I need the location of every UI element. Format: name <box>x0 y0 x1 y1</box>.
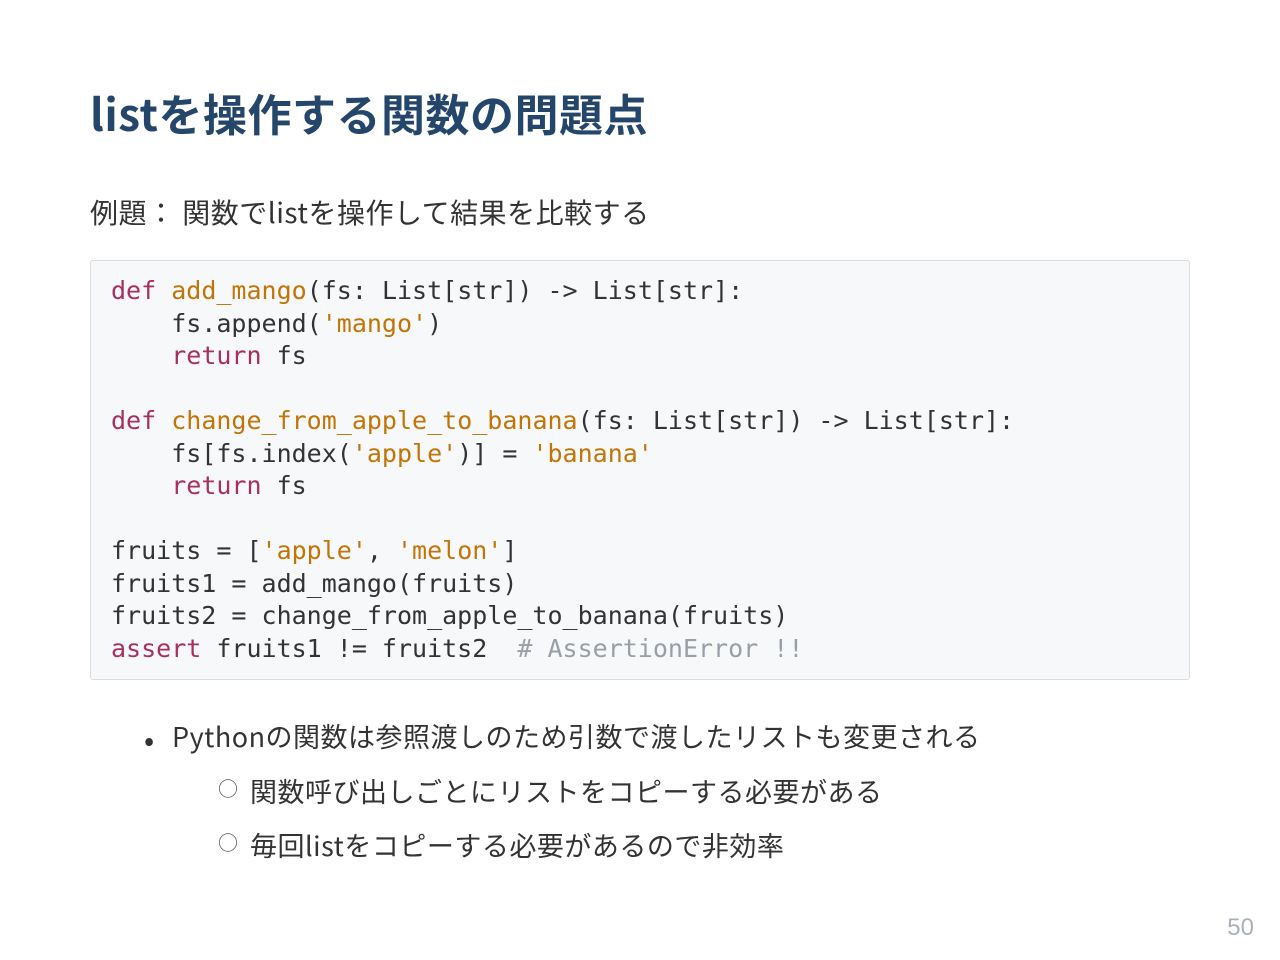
code-string: 'mango' <box>322 309 427 338</box>
code-text: )] = <box>457 439 532 468</box>
bullet-item: Pythonの関数は参照渡しのため引数で渡したリストも変更される 関数呼び出しご… <box>140 716 1190 866</box>
bullet-list: Pythonの関数は参照渡しのため引数で渡したリストも変更される 関数呼び出しご… <box>90 716 1190 866</box>
code-keyword: assert <box>111 634 201 663</box>
sub-bullet-list: 関数呼び出しごとにリストをコピーする必要がある 毎回listをコピーする必要があ… <box>172 771 1190 866</box>
code-text: fs <box>262 341 307 370</box>
page-number: 50 <box>1227 914 1254 942</box>
code-text: (fs: List[str]) -> List[str]: <box>307 276 744 305</box>
code-funcname: change_from_apple_to_banana <box>171 406 577 435</box>
code-text: ] <box>502 536 517 565</box>
code-text: fruits1 != fruits2 <box>201 634 517 663</box>
slide-title: listを操作する関数の問題点 <box>90 80 1190 144</box>
code-keyword: def <box>111 276 156 305</box>
code-keyword: return <box>171 341 261 370</box>
code-text: fs[fs.index( <box>111 439 352 468</box>
code-string: 'banana' <box>532 439 652 468</box>
code-block: def add_mango(fs: List[str]) -> List[str… <box>90 260 1190 680</box>
slide: listを操作する関数の問題点 例題： 関数でlistを操作して結果を比較する … <box>0 0 1280 960</box>
code-string: 'apple' <box>262 536 367 565</box>
code-keyword: return <box>171 471 261 500</box>
code-text: , <box>367 536 397 565</box>
code-comment: # AssertionError !! <box>517 634 803 663</box>
example-intro: 例題： 関数でlistを操作して結果を比較する <box>90 192 1190 232</box>
code-text: fruits = [ <box>111 536 262 565</box>
code-string: 'melon' <box>397 536 502 565</box>
sub-bullet-text: 関数呼び出しごとにリストをコピーする必要がある <box>250 771 883 810</box>
code-keyword: def <box>111 406 156 435</box>
code-string: 'apple' <box>352 439 457 468</box>
code-text: (fs: List[str]) -> List[str]: <box>578 406 1015 435</box>
code-text: ) <box>427 309 442 338</box>
code-funcname: add_mango <box>171 276 306 305</box>
bullet-text: Pythonの関数は参照渡しのため引数で渡したリストも変更される <box>172 716 981 755</box>
sub-bullet-text: 毎回listをコピーする必要があるので非効率 <box>250 825 784 864</box>
code-text: fs.append( <box>111 309 322 338</box>
code-text <box>111 341 171 370</box>
code-text: fs <box>262 471 307 500</box>
code-text: fruits2 = change_from_apple_to_banana(fr… <box>111 601 788 630</box>
code-text: fruits1 = add_mango(fruits) <box>111 569 517 598</box>
sub-bullet-item: 毎回listをコピーする必要があるので非効率 <box>218 825 1190 866</box>
code-text <box>111 471 171 500</box>
sub-bullet-item: 関数呼び出しごとにリストをコピーする必要がある <box>218 771 1190 812</box>
